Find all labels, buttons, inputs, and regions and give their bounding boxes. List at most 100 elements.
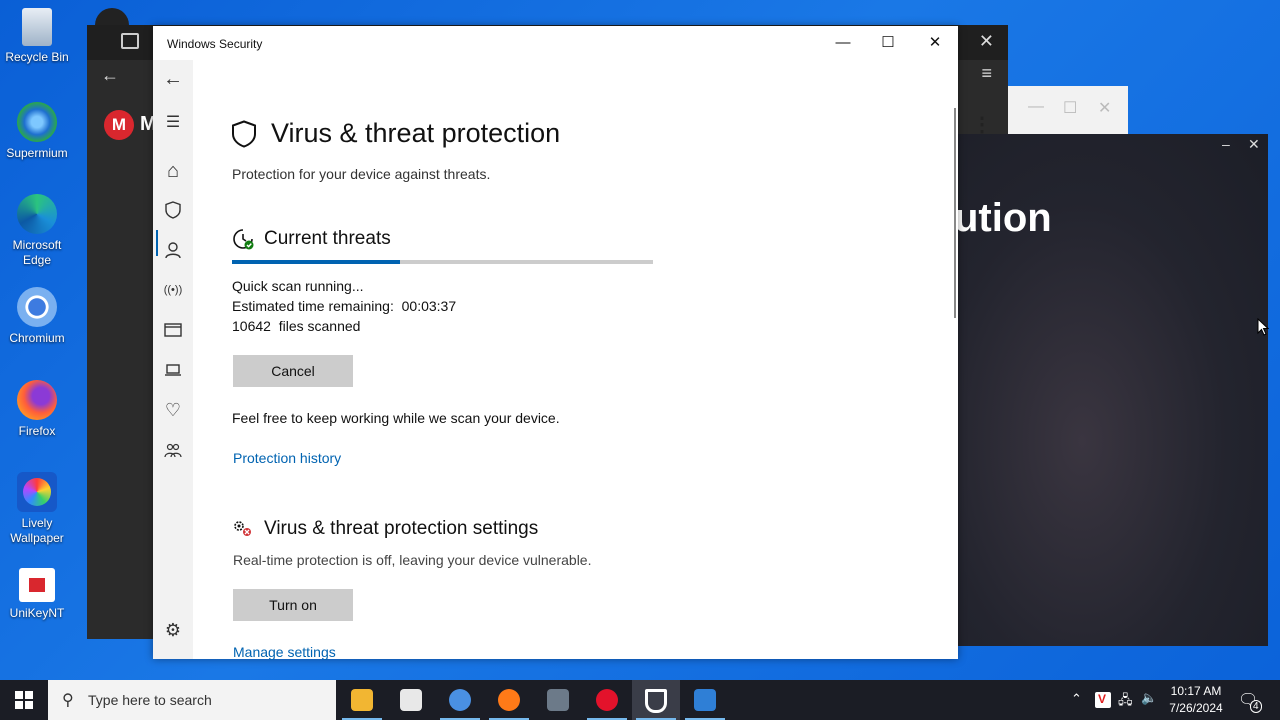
windows-security-window[interactable]: Windows Security — ☐ ✕ ← ☰ ⌂ ((•)) ♡ ⚙ V… xyxy=(153,26,958,660)
windows-security-icon xyxy=(645,689,667,713)
turn-on-button[interactable]: Turn on xyxy=(233,589,353,621)
close-button[interactable]: ✕ xyxy=(915,32,955,54)
scan-progress-bar xyxy=(232,260,653,264)
vivaldi-tray-icon[interactable]: V xyxy=(1095,692,1111,708)
shield-icon[interactable] xyxy=(153,195,193,225)
current-threats-icon xyxy=(232,228,254,255)
browser-icon[interactable] xyxy=(153,315,193,345)
settings-warning: Real-time protection is off, leaving you… xyxy=(233,552,592,568)
minimize-icon[interactable]: – xyxy=(1222,136,1230,152)
wifi-antenna-icon[interactable]: ((•)) xyxy=(153,275,193,305)
taskbar-app-microsoft-store[interactable] xyxy=(387,680,435,720)
close-icon[interactable]: ✕ xyxy=(979,31,994,52)
desktop-icon-unikey[interactable]: UniKeyNT xyxy=(4,568,70,621)
firefox-icon xyxy=(498,689,520,711)
app-unknown-icon xyxy=(547,689,569,711)
taskbar-app-chromium[interactable] xyxy=(436,680,484,720)
laptop-icon[interactable] xyxy=(153,355,193,385)
desktop-icon-edge[interactable]: Microsoft Edge xyxy=(4,194,70,268)
maximize-icon[interactable]: ☐ xyxy=(1063,98,1077,118)
lively-wallpaper-window[interactable]: ⋮ – ✕ ution xyxy=(954,114,1268,646)
desktop-icon-label: Chromium xyxy=(9,331,65,345)
search-placeholder: Type here to search xyxy=(88,692,212,708)
windows-logo-icon xyxy=(15,691,33,709)
desktop-icon-recycle-bin[interactable]: Recycle Bin xyxy=(4,8,70,65)
scrollbar[interactable] xyxy=(954,108,956,318)
mega-logo-icon: M xyxy=(104,110,134,140)
page-title: Virus & threat protection xyxy=(271,118,561,148)
notification-count-badge: 4 xyxy=(1250,700,1262,713)
page-subtitle: Protection for your device against threa… xyxy=(232,166,491,182)
desktop-icon-chromium[interactable]: Chromium xyxy=(4,287,70,346)
taskbar: ⚲ Type here to search ⌃ V 🖧 🔈 10:17 AM 7… xyxy=(0,680,1280,720)
scan-progress-fill xyxy=(232,260,401,264)
hamburger-icon[interactable]: ☰ xyxy=(153,108,193,138)
desktop-icon-label: Supermium xyxy=(6,146,68,160)
minimize-button[interactable]: — xyxy=(823,32,863,54)
tab-icon[interactable] xyxy=(121,33,139,49)
files-scanned: 10642 files scanned xyxy=(232,318,361,334)
desktop-icon-label: Recycle Bin xyxy=(5,50,69,64)
time-remaining: Estimated time remaining: 00:03:37 xyxy=(232,298,457,314)
cancel-button[interactable]: Cancel xyxy=(233,355,353,387)
protection-history-link[interactable]: Protection history xyxy=(233,450,341,466)
back-arrow-icon[interactable]: ← xyxy=(101,65,119,86)
desktop-icon-label: Lively Wallpaper xyxy=(10,516,64,545)
mouse-cursor-icon xyxy=(1257,317,1270,341)
main-content: Virus & threat protection Protection for… xyxy=(193,60,958,660)
hamburger-icon[interactable]: ≡ xyxy=(981,63,992,84)
chromium-icon xyxy=(449,689,471,711)
close-icon[interactable]: ✕ xyxy=(1248,136,1260,153)
chromium-icon xyxy=(17,287,57,327)
shield-icon xyxy=(231,120,257,153)
desktop-icon-label: UniKeyNT xyxy=(9,606,65,620)
unikey-icon xyxy=(19,568,55,602)
taskbar-app-app-unknown[interactable] xyxy=(534,680,582,720)
opera-icon xyxy=(596,689,618,711)
background-window-controls: — ☐ ✕ xyxy=(1008,86,1128,134)
network-icon[interactable]: 🖧 xyxy=(1118,691,1133,713)
home-icon[interactable]: ⌂ xyxy=(153,156,193,186)
taskbar-search[interactable]: ⚲ Type here to search xyxy=(48,680,336,720)
background-heading: ution xyxy=(954,196,1052,240)
close-icon[interactable]: ✕ xyxy=(1098,98,1111,118)
gear-icon[interactable]: ⚙ xyxy=(153,615,193,645)
manage-settings-link[interactable]: Manage settings xyxy=(233,644,336,660)
microsoft-store-icon xyxy=(400,689,422,711)
taskbar-app-windows-security[interactable] xyxy=(632,680,680,720)
more-options-icon[interactable]: ⋮ xyxy=(972,112,992,137)
settings-heading: Virus & threat protection settings xyxy=(264,518,539,539)
supermium-icon xyxy=(17,102,57,142)
title-bar[interactable]: Windows Security — ☐ ✕ xyxy=(153,26,958,60)
chevron-up-icon[interactable]: ⌃ xyxy=(1071,691,1082,707)
taskbar-app-opera[interactable] xyxy=(583,680,631,720)
desktop-icon-firefox[interactable]: Firefox xyxy=(4,380,70,439)
desktop-icon-label: Firefox xyxy=(18,424,56,438)
volume-icon[interactable]: 🔈 xyxy=(1141,690,1157,706)
settings-gear-icon xyxy=(232,519,254,544)
lively-wallpaper-icon xyxy=(17,472,57,512)
taskbar-app-file-explorer[interactable] xyxy=(338,680,386,720)
taskbar-app-remote-desktop[interactable] xyxy=(681,680,729,720)
remote-desktop-icon xyxy=(694,689,716,711)
window-title: Windows Security xyxy=(167,37,263,51)
desktop-icon-supermium[interactable]: Supermium xyxy=(4,102,70,161)
recycle-bin-icon xyxy=(22,8,52,46)
desktop-icon-lively[interactable]: Lively Wallpaper xyxy=(4,472,70,546)
minimize-icon[interactable]: — xyxy=(1028,98,1044,116)
start-button[interactable] xyxy=(0,680,48,720)
sidebar: ← ☰ ⌂ ((•)) ♡ ⚙ xyxy=(153,60,193,659)
heart-icon[interactable]: ♡ xyxy=(153,395,193,425)
back-arrow-icon[interactable]: ← xyxy=(153,64,193,94)
maximize-button[interactable]: ☐ xyxy=(868,32,908,54)
current-threats-heading: Current threats xyxy=(264,228,391,249)
scan-info-text: Feel free to keep working while we scan … xyxy=(232,410,560,426)
system-clock[interactable]: 10:17 AM 7/26/2024 xyxy=(1160,683,1232,717)
taskbar-app-firefox[interactable] xyxy=(485,680,533,720)
person-icon[interactable] xyxy=(153,235,193,265)
family-icon[interactable] xyxy=(153,436,193,466)
desktop-icon-label: Microsoft Edge xyxy=(12,238,62,267)
clock-date: 7/26/2024 xyxy=(1169,701,1223,715)
search-icon: ⚲ xyxy=(62,692,74,709)
edge-icon xyxy=(17,194,57,234)
